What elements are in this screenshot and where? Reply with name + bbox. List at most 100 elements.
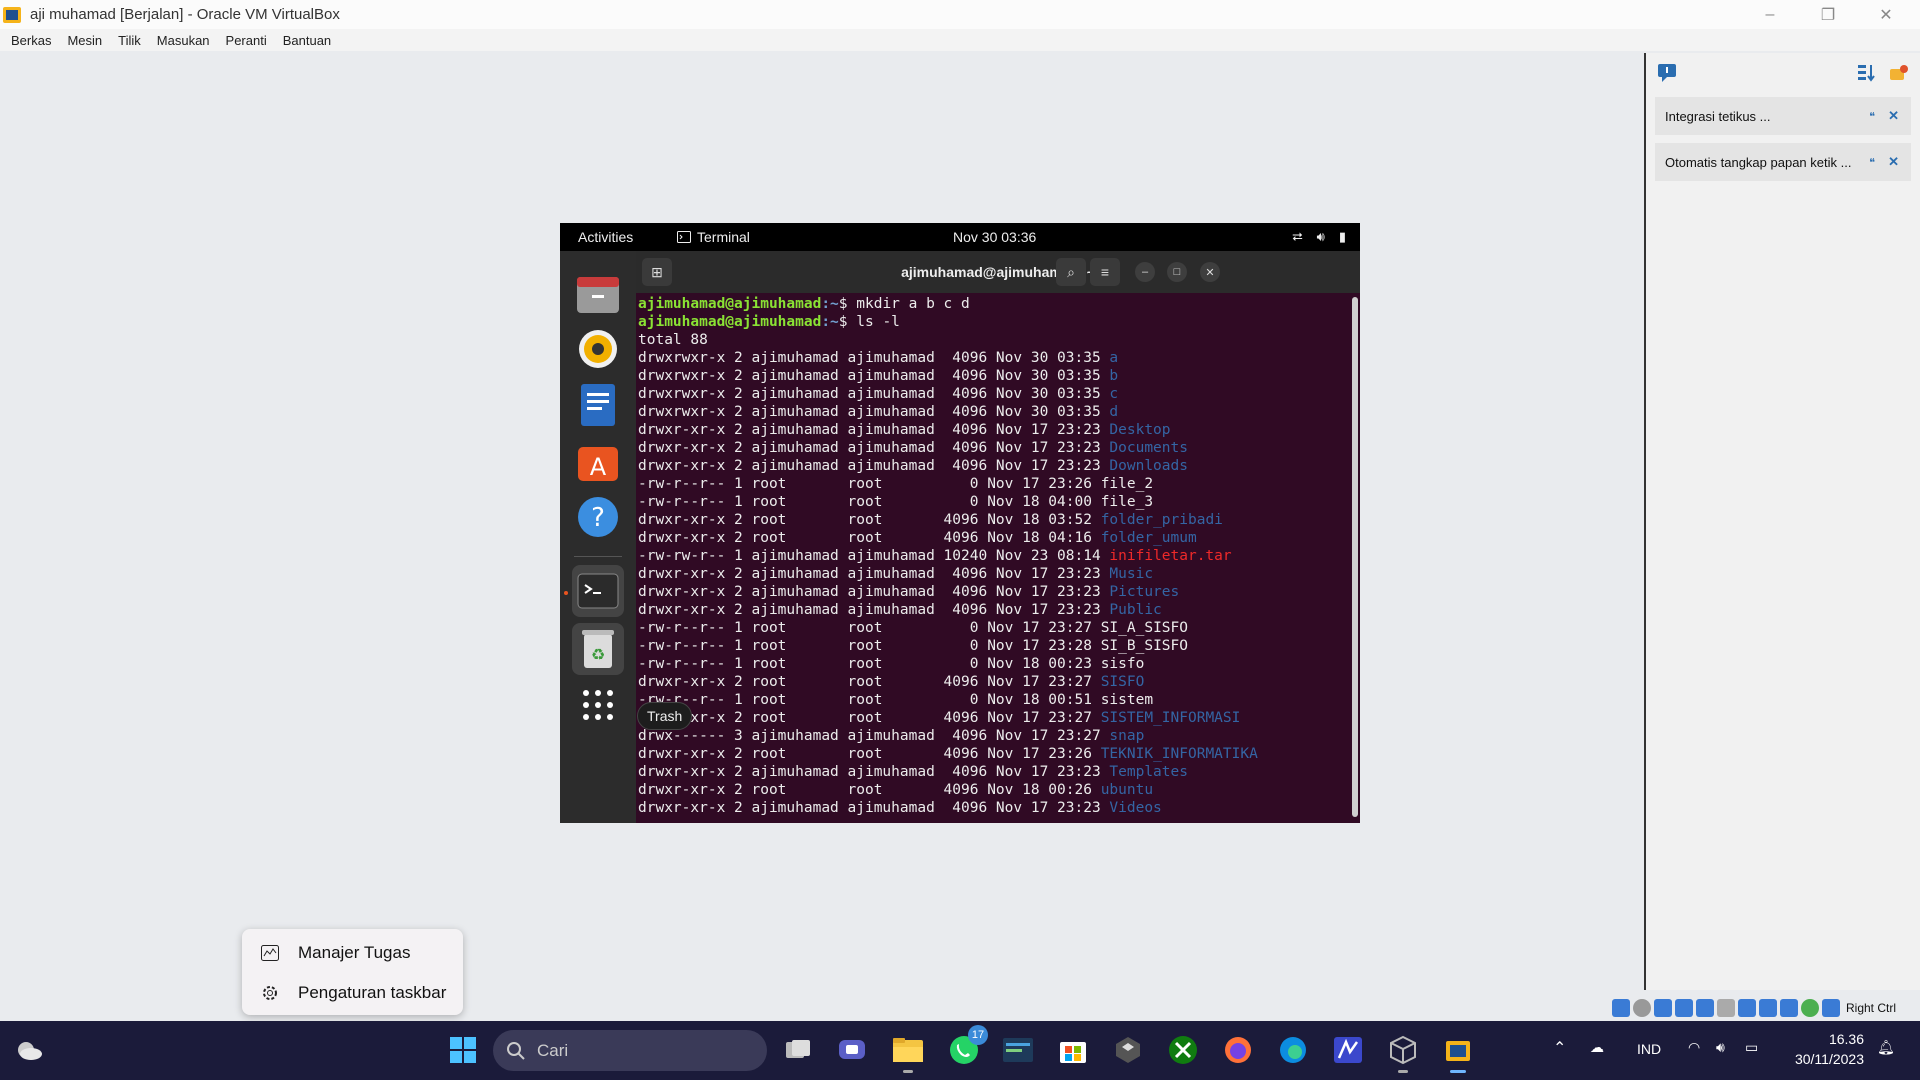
math-app-icon[interactable] [1327, 1029, 1369, 1071]
terminal-output[interactable]: ajimuhamad@ajimuhamad:~$ mkdir a b c d aj… [636, 293, 1354, 823]
cpu-icon[interactable] [1780, 999, 1798, 1017]
notification-mouse-integration[interactable]: Integrasi tetikus ... ❝ ✕ [1655, 97, 1911, 135]
windows-taskbar: Cari 17 ⌃ ☁ IND ◠ 🔊︎ ▭ 16.36 30/11/2023 … [0, 1021, 1920, 1080]
minimize-button[interactable]: – [1742, 0, 1798, 29]
clear-all-icon[interactable] [1888, 63, 1910, 83]
microsoft-store-icon[interactable] [1052, 1029, 1094, 1071]
app-name: Terminal [697, 229, 750, 245]
menu-masukan[interactable]: Masukan [157, 33, 210, 48]
ls-meta: drwxr-xr-x 2 ajimuhamad ajimuhamad 4096 … [638, 584, 1110, 600]
clock[interactable]: Nov 30 03:36 [953, 229, 1036, 245]
weather-icon[interactable] [8, 1029, 50, 1071]
teams-chat-icon[interactable] [831, 1029, 873, 1071]
dismiss-icon[interactable]: ✕ [1888, 154, 1899, 170]
usb-icon[interactable] [1696, 999, 1714, 1017]
edge-icon[interactable] [1272, 1029, 1314, 1071]
prompt-line: ajimuhamad@ajimuhamad:~$ mkdir a b c d [638, 295, 1354, 313]
recording-icon[interactable] [1759, 999, 1777, 1017]
pin-icon[interactable]: ❝ [1869, 110, 1875, 123]
minimize-icon[interactable]: – [1135, 262, 1155, 282]
start-button[interactable] [442, 1029, 484, 1071]
ls-name: sisfo [1100, 656, 1145, 672]
ls-meta: drwxr-xr-x 2 ajimuhamad ajimuhamad 4096 … [638, 800, 1110, 816]
unity-icon[interactable] [1107, 1029, 1149, 1071]
apps-grid-icon[interactable] [572, 679, 624, 731]
hamburger-menu-icon[interactable]: ≡ [1090, 258, 1120, 286]
whatsapp-icon[interactable]: 17 [943, 1025, 988, 1071]
scrollbar[interactable] [1352, 297, 1358, 817]
firefox-icon[interactable] [1217, 1029, 1259, 1071]
onedrive-icon[interactable]: ☁ [1590, 1039, 1604, 1056]
menu-item-taskbar-settings[interactable]: Pengaturan taskbar [242, 973, 463, 1013]
code-editor-icon[interactable] [997, 1029, 1039, 1071]
language-indicator[interactable]: IND [1637, 1041, 1661, 1057]
audio-icon[interactable] [1654, 999, 1672, 1017]
virtualbox-titlebar: aji muhamad [Berjalan] - Oracle VM Virtu… [0, 0, 1920, 29]
mouse-integration-icon[interactable] [1801, 999, 1819, 1017]
speaker-icon[interactable]: 🔊︎ [1716, 1039, 1725, 1056]
close-icon[interactable]: ✕ [1200, 262, 1220, 282]
ls-meta: drwxr-xr-x 2 root root 4096 Nov 17 23:27 [638, 674, 1101, 690]
system-tray[interactable]: ⮂ 🔊︎ ▮ [1292, 229, 1346, 245]
menu-tilik[interactable]: Tilik [118, 33, 141, 48]
notification-keyboard-capture[interactable]: Otomatis tangkap papan ketik ... ❝ ✕ [1655, 143, 1911, 181]
menu-mesin[interactable]: Mesin [67, 33, 102, 48]
rhythmbox-icon[interactable] [572, 323, 624, 375]
battery-icon[interactable]: ▭ [1745, 1039, 1758, 1056]
terminal-icon[interactable] [572, 565, 624, 617]
close-button[interactable]: ✕ [1858, 0, 1914, 29]
maximize-icon[interactable]: □ [1167, 262, 1187, 282]
network-icon: ⮂ [1292, 229, 1303, 244]
messages-icon[interactable] [1656, 62, 1680, 84]
file-explorer-icon[interactable] [887, 1029, 929, 1073]
task-manager-icon [261, 945, 279, 961]
network-adapter-icon[interactable] [1675, 999, 1693, 1017]
search-icon [507, 1041, 525, 1060]
ls-meta: drwxr-xr-x 2 root root 4096 Nov 18 04:16 [638, 530, 1101, 546]
hdd-icon[interactable] [1612, 999, 1630, 1017]
menu-bantuan[interactable]: Bantuan [283, 33, 331, 48]
prompt-dir: :~ [821, 296, 839, 312]
menu-peranti[interactable]: Peranti [226, 33, 267, 48]
optical-drive-icon[interactable] [1633, 999, 1651, 1017]
trash-icon[interactable]: ♻ [572, 623, 624, 675]
xbox-icon[interactable] [1162, 1029, 1204, 1071]
taskbar-search[interactable]: Cari [493, 1030, 767, 1071]
wifi-icon[interactable]: ◠ [1688, 1039, 1700, 1056]
ls-meta: drwxr-xr-x 2 ajimuhamad ajimuhamad 4096 … [638, 458, 1110, 474]
ls-meta: -rw-r--r-- 1 root root 0 Nov 18 04:00 [638, 494, 1101, 510]
dismiss-icon[interactable]: ✕ [1888, 108, 1899, 124]
menu-berkas[interactable]: Berkas [11, 33, 51, 48]
notifications-bell-icon[interactable]: 🔔︎ [1877, 1039, 1895, 1056]
task-view-icon[interactable] [777, 1029, 819, 1071]
pin-icon[interactable]: ❝ [1869, 156, 1875, 169]
keyboard-capture-icon[interactable] [1822, 999, 1840, 1017]
show-hidden-icons-chevron-icon[interactable]: ⌃ [1553, 1038, 1566, 1058]
clock-time[interactable]: 16.36 [1790, 1031, 1864, 1047]
software-icon[interactable]: A [572, 435, 624, 487]
restore-button[interactable]: ❐ [1800, 0, 1856, 29]
vm-window-icon[interactable] [1437, 1029, 1479, 1073]
ls-row: -rw-r--r-- 1 root root 0 Nov 18 00:23 si… [638, 655, 1354, 673]
virtualbox-app-icon[interactable] [1382, 1029, 1424, 1073]
clock-date[interactable]: 30/11/2023 [1784, 1051, 1864, 1067]
prompt-line: ajimuhamad@ajimuhamad:~$ ls -l [638, 313, 1354, 331]
ls-row: drwxr-xr-x 2 root root 4096 Nov 18 00:26… [638, 781, 1354, 799]
writer-icon[interactable] [572, 379, 624, 431]
terminal-window[interactable]: ⊞ ajimuhamad@ajimuhamad: ~ ⌕ ≡ – □ ✕ aji… [636, 251, 1360, 823]
guest-screen[interactable]: Activities Terminal Nov 30 03:36 ⮂ 🔊︎ ▮ … [560, 223, 1360, 823]
display-icon[interactable] [1738, 999, 1756, 1017]
ls-meta: drwxrwxr-x 2 ajimuhamad ajimuhamad 4096 … [638, 350, 1110, 366]
ls-name: Desktop [1109, 422, 1171, 438]
app-menu[interactable]: Terminal [677, 229, 750, 245]
activities-button[interactable]: Activities [578, 229, 633, 245]
shared-folders-icon[interactable] [1717, 999, 1735, 1017]
ls-meta: -rw-r--r-- 1 root root 0 Nov 17 23:26 [638, 476, 1101, 492]
menu-item-task-manager[interactable]: Manajer Tugas [242, 933, 463, 973]
ls-row: drwx------ 3 ajimuhamad ajimuhamad 4096 … [638, 727, 1354, 745]
sort-icon[interactable] [1856, 63, 1878, 83]
files-icon[interactable] [572, 269, 624, 321]
help-icon[interactable]: ? [572, 491, 624, 543]
search-icon[interactable]: ⌕ [1056, 258, 1086, 286]
ls-meta: drwxrwxr-x 2 ajimuhamad ajimuhamad 4096 … [638, 386, 1110, 402]
